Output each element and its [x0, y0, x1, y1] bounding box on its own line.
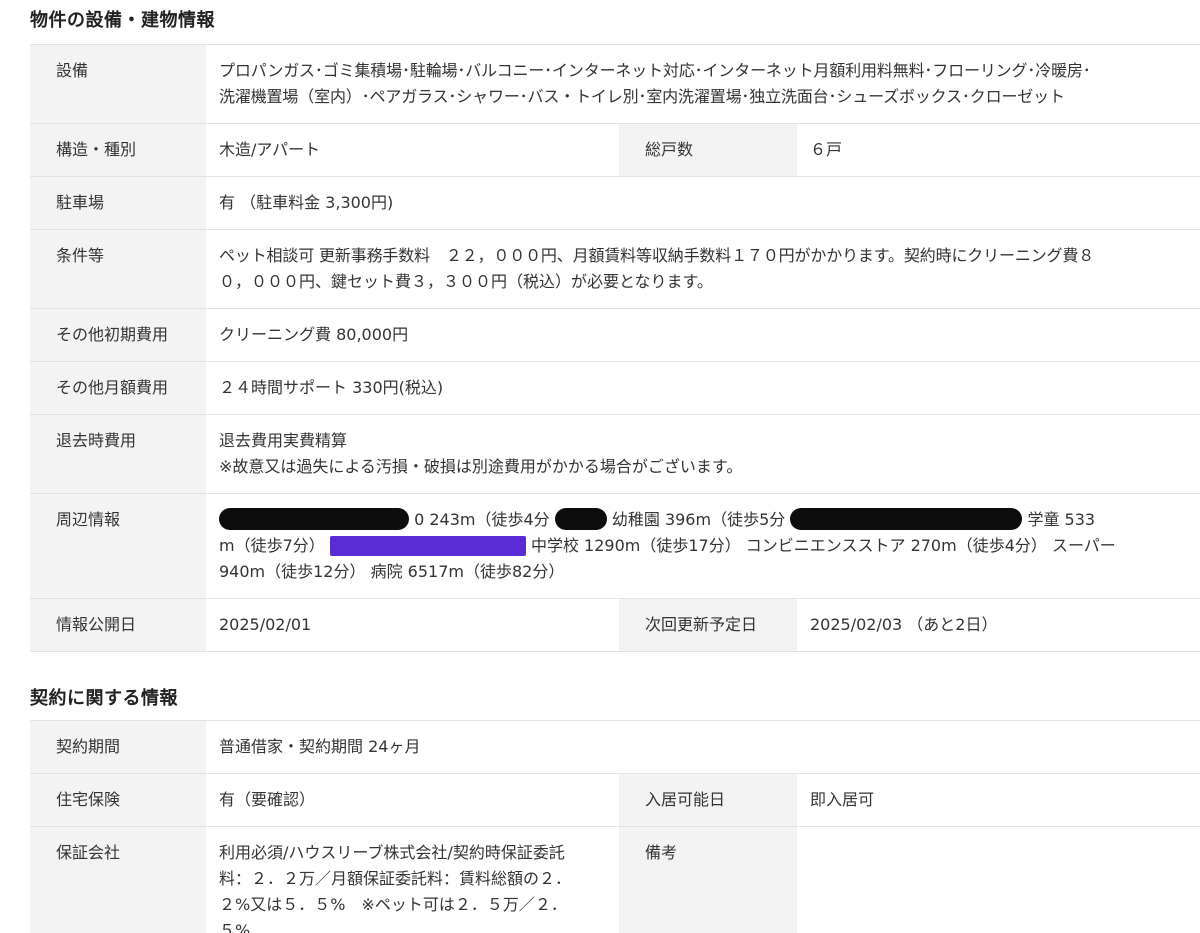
nearby-line-1-seg-2: 幼稚園 396m（徒歩5分: [611, 510, 786, 529]
contract-period-label: 契約期間: [30, 720, 206, 774]
row-conditions: 条件等 ペット相談可 更新事務手数料 ２２，０００円、月額賃料等収納手数料１７０…: [30, 229, 1200, 309]
remarks-label: 備考: [619, 826, 797, 933]
row-insurance: 住宅保険 有（要確認） 入居可能日 即入居可: [30, 773, 1200, 827]
nearby-line-2: m（徒歩7分） 中学校 1290m（徒歩17分） コンビニエンスストア 270m…: [219, 533, 1200, 559]
nearby-line-2-seg-2: 中学校 1290m（徒歩17分） コンビニエンスストア 270m（徒歩4分） ス…: [530, 536, 1116, 555]
move-in-label: 入居可能日: [619, 773, 797, 827]
moveout-cost-label: 退去時費用: [30, 414, 206, 494]
nearby-line-3: 940m（徒歩12分） 病院 6517m（徒歩82分）: [219, 562, 565, 581]
moveout-cost-value: 退去費用実費精算 ※故意又は過失による汚損・破損は別途費用がかかる場合がございま…: [206, 414, 1200, 494]
conditions-value: ペット相談可 更新事務手数料 ２２，０００円、月額賃料等収納手数料１７０円がかか…: [206, 229, 1200, 309]
nearby-info-label: 周辺情報: [30, 493, 206, 599]
structure-label: 構造・種別: [30, 123, 206, 177]
nearby-line-1-seg-1: 0 243m（徒歩4分: [414, 510, 550, 529]
redaction-mark: [554, 508, 607, 530]
conditions-label: 条件等: [30, 229, 206, 309]
other-monthly-cost-value: ２４時間サポート 330円(税込): [206, 361, 1200, 415]
moveout-line-1: 退去費用実費精算: [219, 431, 348, 450]
row-structure: 構造・種別 木造/アパート 総戸数 ６戸: [30, 123, 1200, 177]
structure-value: 木造/アパート: [206, 123, 619, 177]
row-contract-period: 契約期間 普通借家・契約期間 24ヶ月: [30, 720, 1200, 774]
parking-value: 有 （駐車料金 3,300円): [206, 176, 1200, 230]
redaction-mark: [219, 508, 409, 530]
conditions-line-1: ペット相談可 更新事務手数料 ２２，０００円、月額賃料等収納手数料１７０円がかか…: [219, 246, 1095, 265]
row-other-initial-cost: その他初期費用 クリーニング費 80,000円: [30, 308, 1200, 362]
insurance-value: 有（要確認）: [206, 773, 619, 827]
units-value: ６戸: [797, 123, 1200, 177]
row-other-monthly-cost: その他月額費用 ２４時間サポート 330円(税込): [30, 361, 1200, 415]
building-info-table: 設備 プロパンガス･ゴミ集積場･駐輪場･バルコニー･インターネット対応･インター…: [30, 44, 1200, 652]
row-nearby-info: 周辺情報 0 243m（徒歩4分 幼稚園 396m（徒歩5分 学童 533 m（…: [30, 493, 1200, 599]
units-label: 総戸数: [619, 123, 797, 177]
row-publish-date: 情報公開日 2025/02/01 次回更新予定日 2025/02/03 （あと2…: [30, 598, 1200, 652]
nearby-info-value: 0 243m（徒歩4分 幼稚園 396m（徒歩5分 学童 533 m（徒歩7分）…: [206, 493, 1200, 599]
equipment-line-2: 洗濯機置場（室内）･ペアガラス･シャワー･バス・トイレ別･室内洗濯置場･独立洗面…: [219, 87, 1065, 106]
redaction-mark: [790, 508, 1023, 530]
remarks-value: [797, 826, 1200, 933]
guarantor-line-1: 利用必須/ハウスリーブ株式会社/契約時保証委託: [219, 843, 565, 862]
other-initial-cost-value: クリーニング費 80,000円: [206, 308, 1200, 362]
guarantor-line-3: ２%又は５．５% ※ペット可は２．５万／２．: [219, 895, 567, 914]
publish-date-label: 情報公開日: [30, 598, 206, 652]
nearby-line-1: 0 243m（徒歩4分 幼稚園 396m（徒歩5分 学童 533: [219, 507, 1200, 533]
row-equipment: 設備 プロパンガス･ゴミ集積場･駐輪場･バルコニー･インターネット対応･インター…: [30, 44, 1200, 124]
nearby-line-2-seg-1: m（徒歩7分）: [219, 536, 325, 555]
row-moveout-cost: 退去時費用 退去費用実費精算 ※故意又は過失による汚損・破損は別途費用がかかる場…: [30, 414, 1200, 494]
parking-label: 駐車場: [30, 176, 206, 230]
next-update-label: 次回更新予定日: [619, 598, 797, 652]
guarantor-label: 保証会社: [30, 826, 206, 933]
guarantor-line-2: 料：２．２万／月額保証委託料：賃料総額の２．: [219, 869, 572, 888]
contract-period-value: 普通借家・契約期間 24ヶ月: [206, 720, 1200, 774]
building-info-heading: 物件の設備・建物情報: [30, 10, 215, 31]
row-guarantor: 保証会社 利用必須/ハウスリーブ株式会社/契約時保証委託 料：２．２万／月額保証…: [30, 826, 1200, 933]
equipment-value: プロパンガス･ゴミ集積場･駐輪場･バルコニー･インターネット対応･インターネット…: [206, 44, 1200, 124]
equipment-label: 設備: [30, 44, 206, 124]
equipment-line-1: プロパンガス･ゴミ集積場･駐輪場･バルコニー･インターネット対応･インターネット…: [219, 61, 1091, 80]
conditions-line-2: ０，０００円、鍵セット費３，３００円（税込）が必要となります。: [219, 272, 713, 291]
redaction-mark: [329, 536, 526, 556]
guarantor-value: 利用必須/ハウスリーブ株式会社/契約時保証委託 料：２．２万／月額保証委託料：賃…: [206, 826, 619, 933]
contract-info-table: 契約期間 普通借家・契約期間 24ヶ月 住宅保険 有（要確認） 入居可能日 即入…: [30, 720, 1200, 933]
property-detail-page: 物件の設備・建物情報 設備 プロパンガス･ゴミ集積場･駐輪場･バルコニー･インタ…: [0, 0, 1200, 933]
publish-date-value: 2025/02/01: [206, 598, 619, 652]
moveout-line-2: ※故意又は過失による汚損・破損は別途費用がかかる場合がございます。: [219, 457, 743, 476]
other-initial-cost-label: その他初期費用: [30, 308, 206, 362]
contract-info-heading: 契約に関する情報: [30, 688, 178, 709]
guarantor-line-4: ５%: [219, 921, 251, 933]
move-in-value: 即入居可: [797, 773, 1200, 827]
next-update-value: 2025/02/03 （あと2日）: [797, 598, 1200, 652]
row-parking: 駐車場 有 （駐車料金 3,300円): [30, 176, 1200, 230]
insurance-label: 住宅保険: [30, 773, 206, 827]
nearby-line-1-seg-3: 学童 533: [1027, 510, 1096, 529]
other-monthly-cost-label: その他月額費用: [30, 361, 206, 415]
